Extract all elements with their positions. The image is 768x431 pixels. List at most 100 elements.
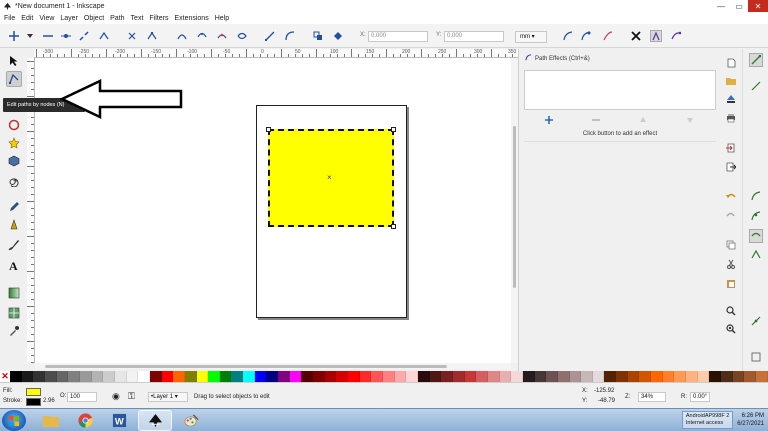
- node-handle[interactable]: [391, 224, 396, 229]
- color-swatch[interactable]: [33, 371, 45, 382]
- print-icon[interactable]: [725, 112, 737, 124]
- move-up-icon[interactable]: [638, 115, 648, 125]
- color-swatch[interactable]: [686, 371, 698, 382]
- color-swatch[interactable]: [627, 371, 640, 382]
- save-icon[interactable]: [725, 93, 737, 105]
- color-swatch[interactable]: [313, 371, 325, 382]
- color-swatch[interactable]: [126, 371, 139, 382]
- menu-help[interactable]: Help: [214, 15, 234, 22]
- color-swatch[interactable]: [394, 371, 407, 382]
- start-button-icon[interactable]: [2, 410, 26, 431]
- vertical-scrollbar[interactable]: [511, 58, 518, 363]
- node-cusp-icon[interactable]: [146, 30, 158, 42]
- insert-dropdown-icon[interactable]: [24, 30, 36, 42]
- menu-edit[interactable]: Edit: [20, 15, 38, 22]
- color-swatch[interactable]: [487, 371, 500, 382]
- color-swatch[interactable]: [114, 371, 127, 382]
- scroll-thumb[interactable]: [513, 126, 516, 288]
- minimize-button[interactable]: —: [712, 0, 730, 12]
- spiral-tool-icon[interactable]: [6, 173, 22, 189]
- color-swatch[interactable]: [79, 371, 92, 382]
- color-swatch[interactable]: [662, 371, 675, 382]
- x-coordinate-field[interactable]: 0.000: [368, 31, 428, 42]
- y-coordinate-field[interactable]: 0.000: [444, 31, 504, 42]
- menu-extensions[interactable]: Extensions: [173, 15, 213, 22]
- remove-effect-icon[interactable]: [591, 115, 601, 125]
- delete-segment-icon[interactable]: [126, 30, 138, 42]
- paste-icon[interactable]: [725, 277, 737, 289]
- stroke-swatch[interactable]: [26, 398, 41, 406]
- fill-swatch[interactable]: [26, 388, 41, 396]
- color-swatch[interactable]: [184, 371, 197, 382]
- color-swatch[interactable]: [196, 371, 209, 382]
- stroke-width-value[interactable]: 2.96: [43, 398, 55, 404]
- network-notification[interactable]: AndroidAP998F 2 Internet access: [681, 411, 734, 429]
- layer-visibility-icon[interactable]: ◉: [112, 391, 120, 402]
- insert-node-icon[interactable]: [8, 30, 20, 42]
- show-handles-icon[interactable]: [650, 30, 662, 42]
- scroll-thumb[interactable]: [45, 365, 447, 368]
- color-swatch[interactable]: [476, 371, 488, 382]
- color-swatch[interactable]: [464, 371, 477, 382]
- color-swatch[interactable]: [417, 371, 430, 382]
- node-symmetric-icon[interactable]: [196, 30, 208, 42]
- color-swatch[interactable]: [289, 371, 302, 382]
- color-swatch[interactable]: [406, 371, 418, 382]
- snap-cusp-icon[interactable]: [749, 247, 763, 261]
- color-swatch[interactable]: [91, 371, 104, 382]
- color-swatch[interactable]: [674, 371, 687, 382]
- delete-node-icon[interactable]: [42, 30, 54, 42]
- snap-bbox-icon[interactable]: [749, 79, 763, 93]
- show-mask-icon[interactable]: [580, 30, 592, 42]
- pen-tool-icon[interactable]: [6, 217, 22, 233]
- show-path-outline-icon[interactable]: [602, 30, 614, 42]
- color-swatch[interactable]: [336, 371, 349, 382]
- color-swatch[interactable]: [651, 371, 663, 382]
- stroke-to-path-icon[interactable]: [332, 30, 344, 42]
- color-swatch[interactable]: [569, 371, 582, 382]
- color-swatch[interactable]: [383, 371, 395, 382]
- color-swatch[interactable]: [44, 371, 57, 382]
- node-handle[interactable]: [391, 127, 396, 132]
- color-swatch[interactable]: [441, 371, 453, 382]
- horizontal-scrollbar[interactable]: [35, 363, 511, 369]
- calligraphy-tool-icon[interactable]: [6, 237, 22, 253]
- color-swatch[interactable]: [534, 371, 547, 382]
- color-swatch[interactable]: [208, 371, 220, 382]
- selector-tool-icon[interactable]: [6, 53, 22, 69]
- export-icon[interactable]: [725, 161, 737, 173]
- color-swatch[interactable]: [219, 371, 232, 382]
- copy-icon[interactable]: [725, 239, 737, 251]
- color-swatch[interactable]: [348, 371, 360, 382]
- color-swatch[interactable]: [581, 371, 593, 382]
- opacity-field[interactable]: 100: [67, 392, 97, 402]
- color-swatch[interactable]: [56, 371, 69, 382]
- color-swatch[interactable]: [452, 371, 465, 382]
- color-swatch[interactable]: [511, 371, 523, 382]
- snap-page-icon[interactable]: [749, 350, 763, 364]
- color-swatch[interactable]: [149, 371, 162, 382]
- color-swatch[interactable]: [697, 371, 710, 382]
- close-button[interactable]: ✕: [748, 0, 768, 12]
- color-swatch[interactable]: [266, 371, 279, 382]
- menu-path[interactable]: Path: [109, 15, 129, 22]
- node-auto-smooth-icon[interactable]: [216, 30, 228, 42]
- undo-icon[interactable]: [725, 191, 737, 203]
- 3d-box-tool-icon[interactable]: [6, 153, 22, 169]
- color-swatch[interactable]: [499, 371, 512, 382]
- color-swatch[interactable]: [592, 371, 605, 382]
- join-segment-icon[interactable]: [98, 30, 110, 42]
- menu-object[interactable]: Object: [83, 15, 109, 22]
- color-swatch[interactable]: [429, 371, 442, 382]
- import-icon[interactable]: [725, 142, 737, 154]
- cut-icon[interactable]: [725, 258, 737, 270]
- inkscape-taskbar-icon[interactable]: [138, 410, 172, 431]
- chrome-icon[interactable]: [68, 410, 102, 431]
- color-swatch[interactable]: [371, 371, 383, 382]
- color-swatch[interactable]: [161, 371, 174, 382]
- color-swatch[interactable]: [744, 371, 756, 382]
- segment-straight-icon[interactable]: [264, 30, 276, 42]
- color-swatch[interactable]: [103, 371, 115, 382]
- snap-paths-icon[interactable]: [749, 209, 763, 223]
- color-swatch[interactable]: [546, 371, 558, 382]
